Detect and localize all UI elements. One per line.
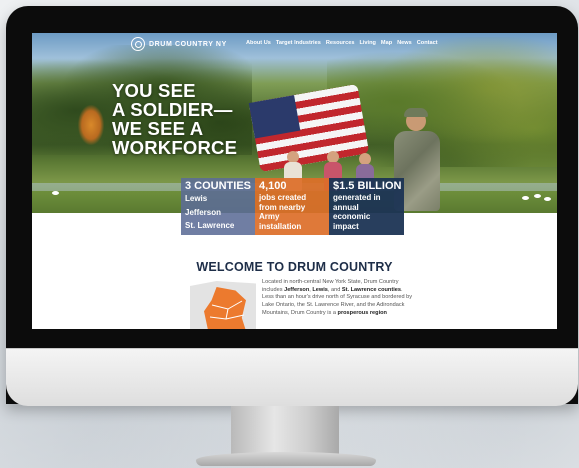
- welcome-text-bold: St. Lawrence counties: [341, 286, 401, 293]
- nav-link-about-us[interactable]: About Us: [246, 40, 271, 46]
- stat-boxes: 3 COUNTIES Lewis Jefferson St. Lawrence …: [181, 178, 404, 235]
- region-map-image: [190, 281, 256, 329]
- welcome-text-segment: , and: [327, 286, 342, 293]
- nav-links: About Us Target Industries Resources Liv…: [246, 40, 438, 46]
- drum-logo-icon: [131, 37, 145, 51]
- top-nav: DRUM COUNTRY NY About Us Target Industri…: [32, 33, 557, 55]
- site-logo[interactable]: DRUM COUNTRY NY: [131, 37, 227, 51]
- welcome-text-bold: Lewis: [312, 286, 328, 293]
- monitor-chin: [6, 348, 578, 406]
- welcome-text-bold: prosperous region: [337, 309, 387, 316]
- welcome-paragraph: Located in north-central New York State,…: [262, 279, 412, 318]
- stat-counties: 3 COUNTIES Lewis Jefferson St. Lawrence: [181, 178, 255, 235]
- welcome-heading: WELCOME TO DRUM COUNTRY: [196, 260, 393, 274]
- stat-impact: $1.5 BILLION generated in annual economi…: [329, 178, 404, 235]
- nav-link-resources[interactable]: Resources: [326, 40, 355, 46]
- stat-jobs: 4,100 jobs created from nearby Army inst…: [255, 178, 329, 235]
- nav-link-target-industries[interactable]: Target Industries: [276, 40, 321, 46]
- nav-link-news[interactable]: News: [397, 40, 412, 46]
- nav-link-map[interactable]: Map: [381, 40, 392, 46]
- welcome-text-bold: Jefferson: [284, 286, 310, 293]
- website-screen: DRUM COUNTRY NY About Us Target Industri…: [32, 33, 557, 329]
- logo-text: DRUM COUNTRY NY: [149, 40, 227, 48]
- nav-link-contact[interactable]: Contact: [417, 40, 438, 46]
- hero-headline: YOU SEE A SOLDIER— WE SEE A WORKFORCE: [112, 80, 238, 158]
- monitor-stand: [231, 406, 339, 456]
- monitor-base: [196, 452, 376, 466]
- nav-link-living[interactable]: Living: [359, 40, 375, 46]
